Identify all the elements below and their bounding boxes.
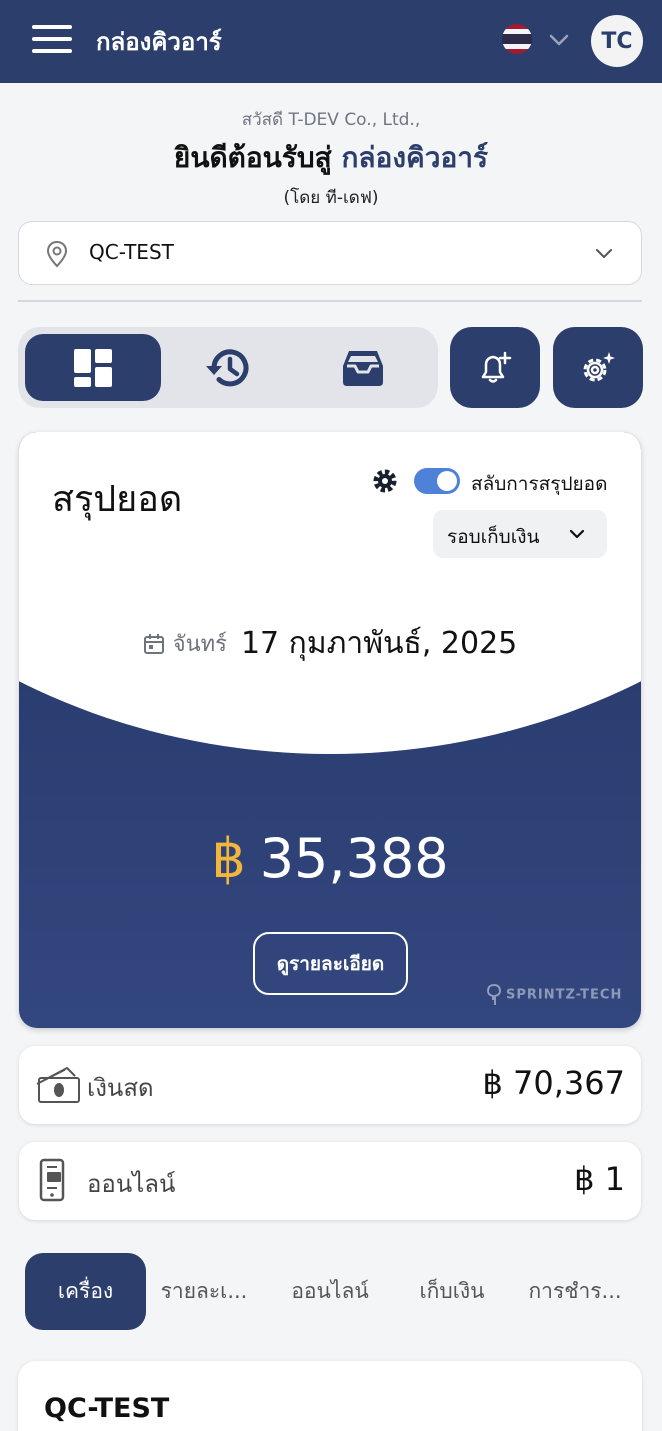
cycle-select-value: รอบเก็บเงิน [447, 526, 540, 548]
view-details-button[interactable]: ดูรายละเอียด [253, 932, 408, 995]
byline: (โดย ที-เดฟ) [283, 188, 379, 208]
gear-icon[interactable] [371, 467, 399, 495]
cash-label: เงินสด [87, 1074, 154, 1102]
location-value: QC-TEST [89, 240, 174, 264]
avatar[interactable]: TC [591, 15, 643, 67]
greeting-text: สวัสดี T-DEV Co., Ltd., [241, 110, 421, 130]
tab-inbox[interactable] [295, 334, 431, 401]
app-title: กล่องคิวอาร์ [96, 28, 222, 56]
dashboard-icon [74, 348, 112, 387]
device-name: QC-TEST [44, 1393, 170, 1424]
tab-history[interactable] [160, 334, 296, 401]
chevron-down-icon[interactable] [548, 30, 570, 50]
welcome-brand: กล่องคิวอาร์ [341, 141, 489, 174]
cash-row[interactable]: เงินสด ฿ 70,367 [19, 1046, 641, 1124]
chevron-down-icon [569, 529, 585, 539]
watermark-text: SPRINTZ-TECH [506, 987, 623, 1003]
tab-machines[interactable]: เครื่อง [25, 1253, 146, 1330]
sprintz-tech-watermark: SPRINTZ-TECH [486, 984, 622, 1006]
tab-payments[interactable]: การชำร... [528, 1253, 621, 1330]
summary-toggle[interactable] [414, 468, 460, 494]
location-select[interactable]: QC-TEST [18, 221, 642, 285]
baht-symbol: ฿ [211, 827, 246, 890]
tab-dashboard[interactable] [25, 334, 161, 401]
collection-cycle-select[interactable]: รอบเก็บเงิน [433, 510, 607, 558]
summary-date[interactable]: จันทร์ 17 กุมภาพันธ์, 2025 [19, 620, 641, 667]
cash-icon [36, 1067, 80, 1103]
total-value: 35,388 [259, 827, 449, 890]
tab-details[interactable]: รายละเ... [160, 1253, 248, 1330]
menu-icon[interactable] [32, 25, 72, 55]
chevron-down-icon [596, 249, 612, 258]
history-icon [206, 348, 249, 386]
device-card[interactable]: QC-TEST [18, 1361, 642, 1431]
welcome-heading: ยินดีต้อนรับสู่ กล่องคิวอาร์ [0, 136, 662, 180]
online-label: ออนไลน์ [87, 1170, 176, 1198]
thailand-flag-icon[interactable] [502, 24, 532, 54]
date-full: 17 กุมภาพันธ์, 2025 [240, 626, 518, 661]
divider [18, 300, 642, 302]
welcome-prefix: ยินดีต้อนรับสู่ [173, 141, 342, 174]
summary-title: สรุปยอด [52, 479, 183, 520]
add-alert-button[interactable] [450, 327, 540, 408]
toggle-label: สลับการสรุปยอด [471, 473, 608, 495]
tab-collection[interactable]: เก็บเงิน [408, 1253, 496, 1330]
mobile-payment-icon [39, 1158, 65, 1202]
settings-sparkle-icon [583, 351, 615, 381]
online-amount: ฿ 1 [574, 1160, 625, 1198]
online-row[interactable]: ออนไลน์ ฿ 1 [19, 1142, 641, 1220]
sprintz-logo-icon [487, 984, 501, 1005]
inbox-icon [343, 350, 383, 386]
tab-online[interactable]: ออนไลน์ [284, 1253, 376, 1330]
view-tab-group [18, 327, 438, 408]
summary-card: สรุปยอด สลับการสรุปยอด รอบเก็บเงิน จันทร… [19, 432, 641, 1028]
settings-button[interactable] [553, 327, 643, 408]
total-amount: ฿ 35,388 [19, 827, 641, 890]
bell-plus-icon [481, 351, 512, 383]
calendar-icon [143, 633, 164, 654]
map-pin-icon [46, 240, 68, 268]
date-day: จันทร์ [172, 632, 227, 657]
cash-amount: ฿ 70,367 [482, 1064, 626, 1102]
top-app-bar: กล่องคิวอาร์ TC [0, 0, 662, 83]
